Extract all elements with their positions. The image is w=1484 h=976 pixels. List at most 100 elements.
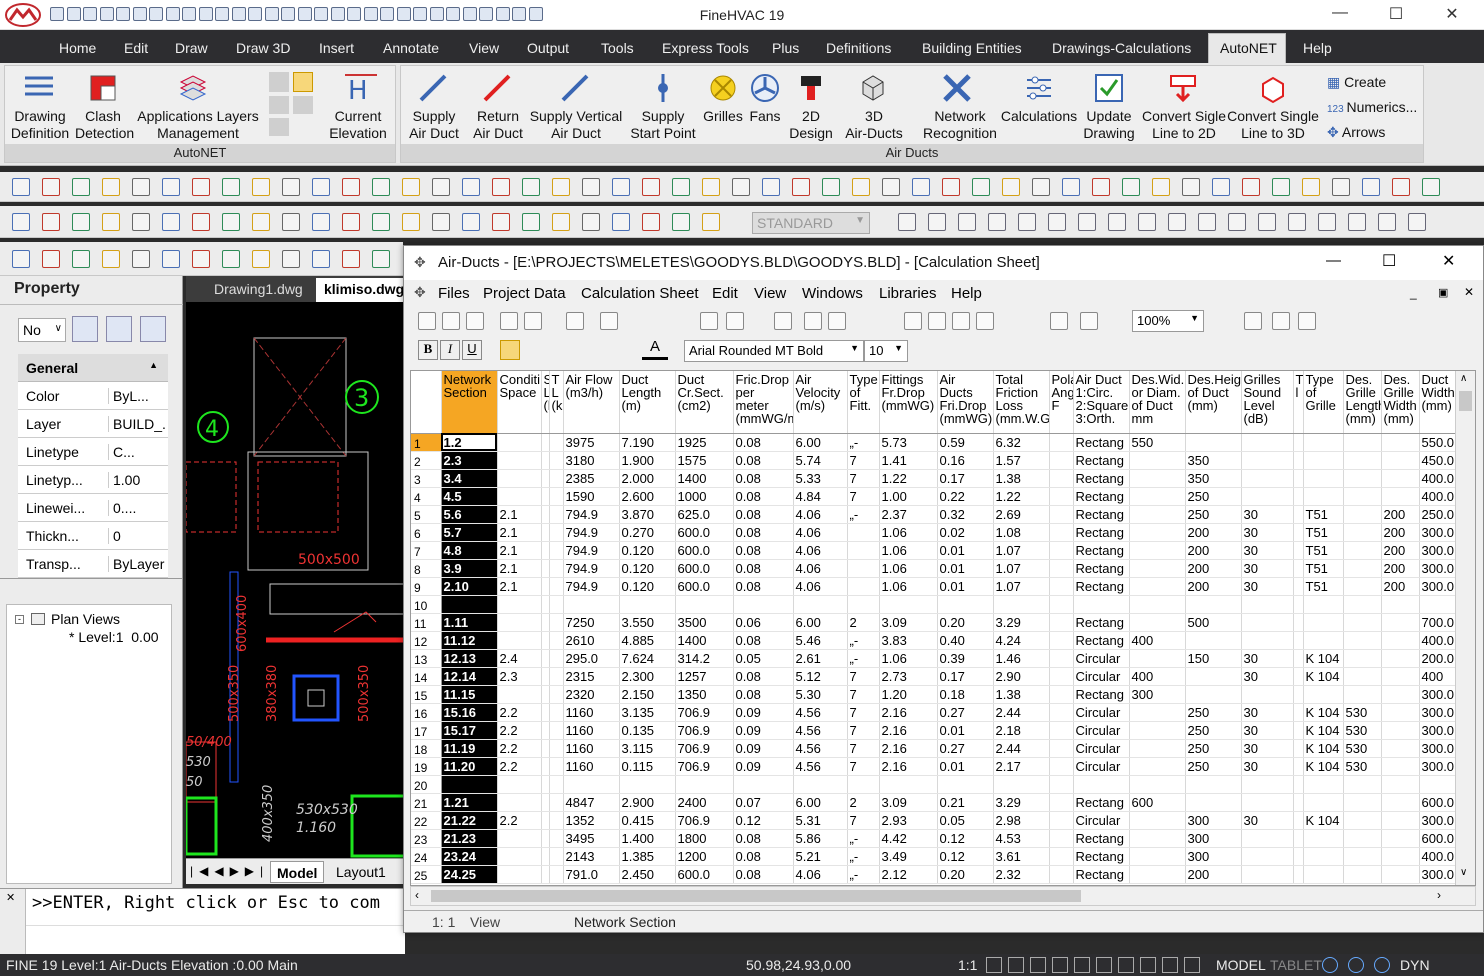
sheet-tool-icon[interactable] — [418, 312, 436, 330]
table-cell[interactable] — [1381, 847, 1420, 866]
table-cell[interactable]: T51 — [1303, 577, 1344, 596]
row-number[interactable]: 3 — [411, 469, 442, 488]
table-cell[interactable] — [1049, 721, 1074, 740]
table-cell[interactable]: 4.06 — [793, 541, 848, 560]
table-cell[interactable] — [1293, 523, 1304, 542]
model-toggle[interactable]: MODEL — [1216, 957, 1266, 973]
table-cell[interactable]: 550 — [1129, 433, 1186, 452]
table-cell[interactable] — [541, 865, 550, 884]
status-toggle-icon[interactable] — [1118, 957, 1134, 973]
table-cell[interactable] — [1049, 829, 1074, 848]
table-cell[interactable]: Rectang — [1073, 685, 1130, 704]
mdi-restore-button[interactable]: ▣ — [1438, 286, 1448, 299]
maximize-button[interactable]: ☐ — [1382, 251, 1396, 271]
table-cell[interactable] — [1049, 487, 1074, 506]
table-cell[interactable]: 30 — [1241, 523, 1294, 542]
table-cell[interactable]: 0.135 — [619, 721, 676, 740]
table-cell[interactable] — [541, 631, 550, 650]
table-cell[interactable]: 150 — [1185, 649, 1242, 668]
table-cell[interactable] — [1241, 847, 1294, 866]
table-cell[interactable]: 30 — [1241, 649, 1294, 668]
small-tool-icon[interactable] — [269, 118, 289, 136]
delete-icon[interactable] — [1182, 178, 1200, 196]
table-cell[interactable]: Rectang — [1073, 559, 1130, 578]
table-cell[interactable]: 1200 — [675, 847, 734, 866]
table-cell[interactable]: 400 — [1129, 667, 1186, 686]
table-cell[interactable] — [1343, 811, 1382, 830]
network-section-cell[interactable]: 4.5 — [441, 487, 498, 506]
table-cell[interactable] — [541, 595, 550, 614]
mdi-minimize-button[interactable]: _ — [1410, 286, 1417, 300]
table-cell[interactable] — [1049, 703, 1074, 722]
table-cell[interactable] — [541, 487, 550, 506]
table-cell[interactable] — [1049, 523, 1074, 542]
table-cell[interactable]: 0.08 — [733, 505, 794, 524]
table-cell[interactable]: 4.06 — [793, 523, 848, 542]
align-left-icon[interactable] — [500, 340, 520, 360]
network-section-cell[interactable]: 1.11 — [441, 613, 498, 632]
tab-definitions[interactable]: Definitions — [826, 40, 891, 56]
network-section-cell[interactable]: 5.6 — [441, 505, 498, 524]
table-cell[interactable] — [497, 595, 542, 614]
view-tool-icon[interactable] — [1168, 213, 1186, 231]
table-cell[interactable] — [541, 703, 550, 722]
table-cell[interactable] — [1381, 793, 1420, 812]
table-cell[interactable]: 794.9 — [563, 523, 620, 542]
table-cell[interactable]: 5.74 — [793, 451, 848, 470]
table-cell[interactable]: 0.08 — [733, 685, 794, 704]
table-cell[interactable]: K 104 — [1303, 739, 1344, 758]
line-icon[interactable] — [1242, 178, 1260, 196]
table-cell[interactable] — [1129, 559, 1186, 578]
sheet-tool-icon[interactable] — [828, 312, 846, 330]
table-cell[interactable]: 200 — [1381, 523, 1420, 542]
tab-draw-3d[interactable]: Draw 3D — [236, 40, 290, 56]
table-cell[interactable]: 0.27 — [937, 703, 994, 722]
table-cell[interactable] — [1073, 595, 1130, 614]
table-cell[interactable]: 350 — [1185, 451, 1242, 470]
row-number[interactable]: 20 — [411, 775, 442, 794]
extend-icon[interactable] — [342, 213, 360, 231]
sheet-tool-icon[interactable] — [904, 312, 922, 330]
hatch-icon[interactable] — [882, 178, 900, 196]
help-icon[interactable] — [1212, 178, 1230, 196]
table-cell[interactable] — [1343, 559, 1382, 578]
table-cell[interactable]: 0.06 — [733, 613, 794, 632]
table-cell[interactable]: 0.270 — [619, 523, 676, 542]
table-cell[interactable]: „- — [847, 433, 880, 452]
table-cell[interactable]: 2385 — [563, 469, 620, 488]
network-section-cell[interactable]: 12.14 — [441, 667, 498, 686]
table-cell[interactable] — [1185, 685, 1242, 704]
table-cell[interactable]: 0.05 — [733, 649, 794, 668]
table-cell[interactable]: 2.90 — [993, 667, 1050, 686]
table-cell[interactable] — [1293, 829, 1304, 848]
move-icon[interactable] — [672, 213, 690, 231]
table-cell[interactable] — [1185, 433, 1242, 452]
row-number[interactable]: 10 — [411, 595, 442, 614]
table-cell[interactable] — [549, 865, 564, 884]
rectangle-icon[interactable] — [222, 213, 240, 231]
table-cell[interactable]: 200 — [1185, 865, 1242, 884]
table-cell[interactable] — [541, 793, 550, 812]
table-cell[interactable]: „- — [847, 505, 880, 524]
table-cell[interactable] — [1343, 433, 1382, 452]
table-cell[interactable]: 2.93 — [879, 811, 938, 830]
tab-insert[interactable]: Insert — [319, 40, 354, 56]
table-cell[interactable]: 7 — [847, 739, 880, 758]
line-icon[interactable] — [342, 178, 360, 196]
table-cell[interactable] — [549, 577, 564, 596]
rectangle-icon[interactable] — [12, 213, 30, 231]
table-cell[interactable]: 0.01 — [937, 577, 994, 596]
table-cell[interactable]: 530 — [1343, 739, 1382, 758]
table-cell[interactable] — [1129, 811, 1186, 830]
table-cell[interactable] — [847, 775, 880, 794]
grilles-button[interactable]: Grilles — [697, 108, 749, 125]
text-icon[interactable] — [1302, 178, 1320, 196]
table-cell[interactable] — [541, 505, 550, 524]
column-header[interactable]: Pola Ang F — [1049, 371, 1074, 434]
network-recognition-button[interactable]: Network Recognition — [919, 108, 1001, 142]
table-cell[interactable] — [497, 685, 542, 704]
table-cell[interactable] — [1185, 667, 1242, 686]
table-cell[interactable] — [1303, 847, 1344, 866]
table-cell[interactable]: 0.08 — [733, 433, 794, 452]
table-cell[interactable]: 2.450 — [619, 865, 676, 884]
